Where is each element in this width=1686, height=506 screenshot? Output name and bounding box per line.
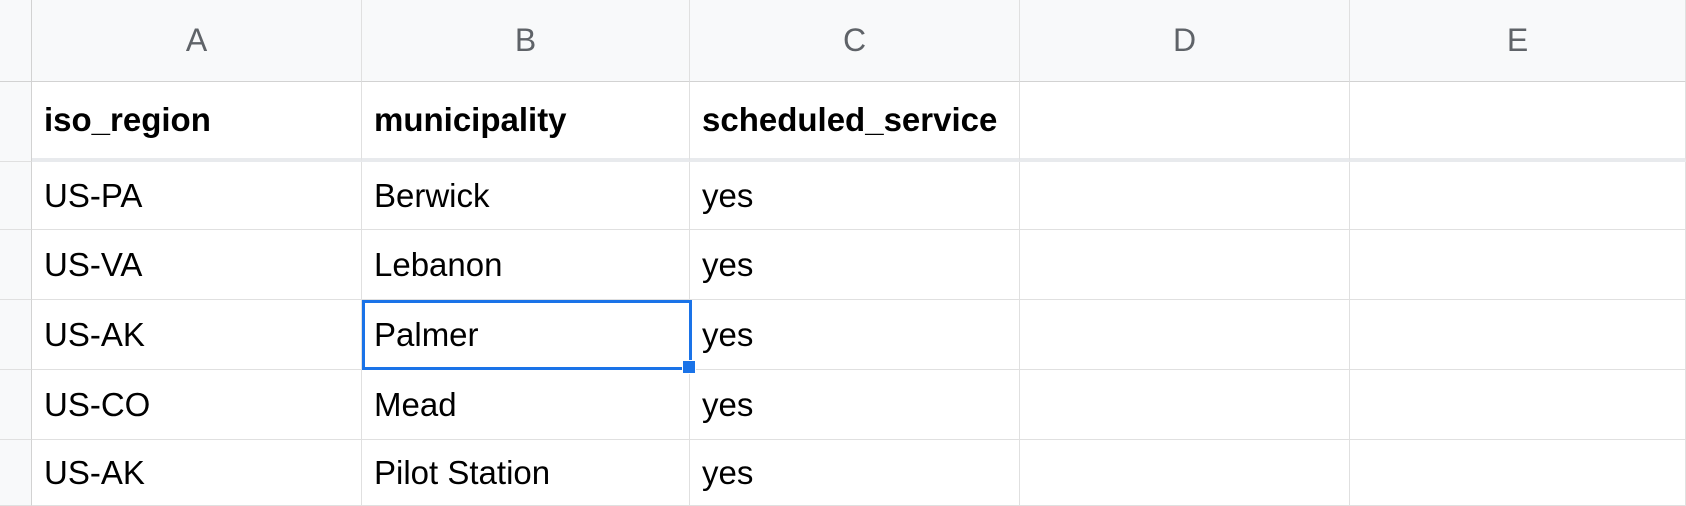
cell-d4[interactable] [1020, 300, 1350, 370]
cell-a2[interactable]: US-PA [32, 162, 362, 230]
spreadsheet-grid[interactable]: A B C D E iso_region municipality schedu… [0, 0, 1686, 506]
cell-d2[interactable] [1020, 162, 1350, 230]
row-header[interactable] [0, 230, 32, 300]
cell-c5[interactable]: yes [690, 370, 1020, 440]
cell-e5[interactable] [1350, 370, 1686, 440]
row-header[interactable] [0, 82, 32, 162]
cell-b2[interactable]: Berwick [362, 162, 690, 230]
cell-e3[interactable] [1350, 230, 1686, 300]
cell-a1[interactable]: iso_region [32, 82, 362, 162]
cell-c4[interactable]: yes [690, 300, 1020, 370]
column-header-a[interactable]: A [32, 0, 362, 82]
column-header-d[interactable]: D [1020, 0, 1350, 82]
cell-c3[interactable]: yes [690, 230, 1020, 300]
select-all-corner[interactable] [0, 0, 32, 82]
row-header[interactable] [0, 162, 32, 230]
cell-c2[interactable]: yes [690, 162, 1020, 230]
row-header[interactable] [0, 440, 32, 506]
column-header-e[interactable]: E [1350, 0, 1686, 82]
cell-a4[interactable]: US-AK [32, 300, 362, 370]
cell-d6[interactable] [1020, 440, 1350, 506]
cell-e6[interactable] [1350, 440, 1686, 506]
column-header-c[interactable]: C [690, 0, 1020, 82]
cell-a5[interactable]: US-CO [32, 370, 362, 440]
cell-e1[interactable] [1350, 82, 1686, 162]
cell-e2[interactable] [1350, 162, 1686, 230]
column-header-b[interactable]: B [362, 0, 690, 82]
cell-b5[interactable]: Mead [362, 370, 690, 440]
cell-b1[interactable]: municipality [362, 82, 690, 162]
cell-d3[interactable] [1020, 230, 1350, 300]
cell-b4[interactable]: Palmer [362, 300, 690, 370]
cell-b6[interactable]: Pilot Station [362, 440, 690, 506]
cell-b3[interactable]: Lebanon [362, 230, 690, 300]
cell-a6[interactable]: US-AK [32, 440, 362, 506]
cell-a3[interactable]: US-VA [32, 230, 362, 300]
cell-d1[interactable] [1020, 82, 1350, 162]
cell-d5[interactable] [1020, 370, 1350, 440]
row-header[interactable] [0, 370, 32, 440]
cell-e4[interactable] [1350, 300, 1686, 370]
row-header[interactable] [0, 300, 32, 370]
cell-c6[interactable]: yes [690, 440, 1020, 506]
cell-c1[interactable]: scheduled_service [690, 82, 1020, 162]
